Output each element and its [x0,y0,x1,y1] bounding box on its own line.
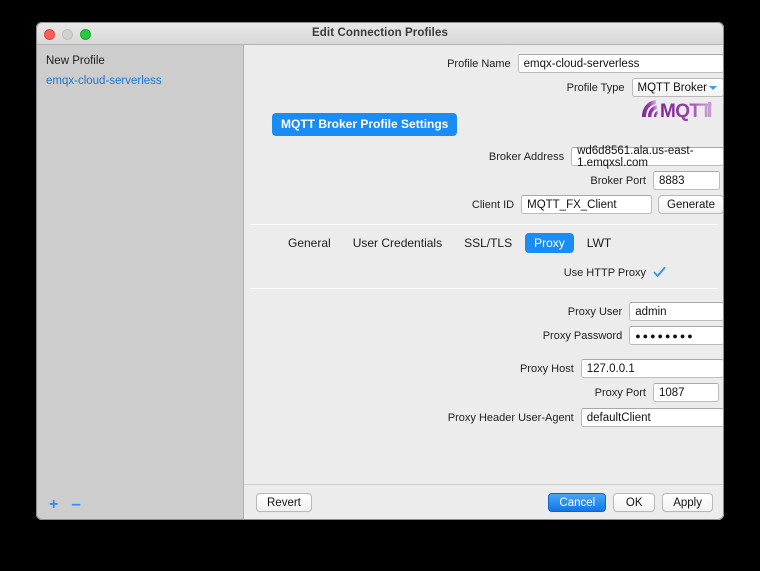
profile-name-input[interactable]: emqx-cloud-serverless [517,54,724,73]
proxy-settings-fields: Proxy User admin Proxy Password ●●●●●●●●… [244,289,724,427]
proxy-header-user-agent-input[interactable]: defaultClient [580,408,724,427]
remove-profile-icon[interactable]: – [71,495,80,512]
proxy-password-label: Proxy Password [542,329,623,342]
client-id-label: Client ID [471,198,515,211]
profile-item-label: emqx-cloud-serverless [46,75,162,87]
traffic-lights [44,29,91,40]
broker-port-row: Broker Port 8883 [244,171,724,190]
proxy-host-input[interactable]: 127.0.0.1 [580,359,724,378]
tab-proxy[interactable]: Proxy [525,233,574,253]
revert-button[interactable]: Revert [256,493,312,512]
list-item-new-profile[interactable]: New Profile [36,51,243,71]
tab-general[interactable]: General [279,233,340,253]
apply-button[interactable]: Apply [662,493,713,512]
add-profile-icon[interactable]: + [49,497,58,513]
broker-address-input[interactable]: wd6d8561.ala.us-east-1.emqxsl.com [571,145,724,169]
mqtt-logo-icon: MQTT [640,97,712,123]
broker-port-label: Broker Port [590,174,646,187]
settings-tabs: General User Credentials SSL/TLS Proxy L… [244,225,724,260]
profile-type-row: Profile Type MQTT Broker [244,78,724,97]
profile-name-row: Profile Name emqx-cloud-serverless [244,54,724,73]
broker-settings-fields: Broker Address wd6d8561.ala.us-east-1.em… [244,136,724,214]
dialog-footer: Revert Cancel OK Apply [244,484,724,520]
window-title: Edit Connection Profiles [312,27,448,39]
proxy-port-row: Proxy Port 1087 [244,383,724,402]
tab-user-credentials[interactable]: User Credentials [344,233,451,253]
client-id-input[interactable]: MQTT_FX_Client [521,195,653,214]
proxy-header-user-agent-label: Proxy Header User-Agent [447,411,574,424]
client-id-row: Client ID MQTT_FX_Client Generate [244,195,724,214]
broker-address-label: Broker Address [488,150,565,163]
broker-address-row: Broker Address wd6d8561.ala.us-east-1.em… [244,145,724,169]
proxy-password-row: Proxy Password ●●●●●●●● [244,326,724,345]
window-titlebar: Edit Connection Profiles [36,22,724,45]
profiles-sidebar: New Profile emqx-cloud-serverless + – [36,45,244,520]
proxy-host-row: Proxy Host 127.0.0.1 [244,359,724,378]
profile-type-value: MQTT Broker [637,81,707,94]
edit-connection-profiles-window: Edit Connection Profiles New Profile emq… [36,22,724,520]
svg-text:MQTT: MQTT [660,101,712,122]
proxy-user-label: Proxy User [567,305,623,318]
proxy-host-label: Proxy Host [519,362,574,375]
profile-editor-pane: MQTT Profile Name emqx-cloud-serverless … [244,45,724,520]
ok-button[interactable]: OK [613,493,656,512]
use-http-proxy-label: Use HTTP Proxy [563,266,646,279]
proxy-port-input[interactable]: 1087 [653,383,719,402]
cancel-button[interactable]: Cancel [548,493,607,512]
proxy-password-input[interactable]: ●●●●●●●● [629,326,724,345]
tab-lwt[interactable]: LWT [578,233,620,253]
profile-type-select[interactable]: MQTT Broker [631,78,724,97]
chevron-down-icon [709,85,717,90]
tab-ssl-tls[interactable]: SSL/TLS [455,233,521,253]
profile-item-label: New Profile [46,55,105,67]
proxy-port-label: Proxy Port [594,386,646,399]
use-http-proxy-checkbox[interactable] [653,266,666,279]
profile-list: New Profile emqx-cloud-serverless [36,45,243,490]
minimize-button-icon [62,29,73,40]
profile-name-label: Profile Name [447,57,511,70]
generate-client-id-button[interactable]: Generate [658,195,724,214]
zoom-button-icon[interactable] [80,29,91,40]
window-body: New Profile emqx-cloud-serverless + – MQ… [36,45,724,520]
broker-port-input[interactable]: 8883 [653,171,720,190]
proxy-header-user-agent-row: Proxy Header User-Agent defaultClient [244,408,724,427]
section-title-badge: MQTT Broker Profile Settings [272,113,458,136]
profile-editor-scroll: MQTT Profile Name emqx-cloud-serverless … [244,45,724,484]
sidebar-footer: + – [36,490,243,520]
proxy-user-input[interactable]: admin [629,302,724,321]
use-http-proxy-row: Use HTTP Proxy [244,260,724,288]
proxy-user-row: Proxy User admin [244,302,724,321]
close-button-icon[interactable] [44,29,55,40]
list-item-emqx-cloud-serverless[interactable]: emqx-cloud-serverless [36,71,243,91]
profile-header-fields: Profile Name emqx-cloud-serverless Profi… [244,54,724,97]
profile-type-label: Profile Type [566,81,625,94]
